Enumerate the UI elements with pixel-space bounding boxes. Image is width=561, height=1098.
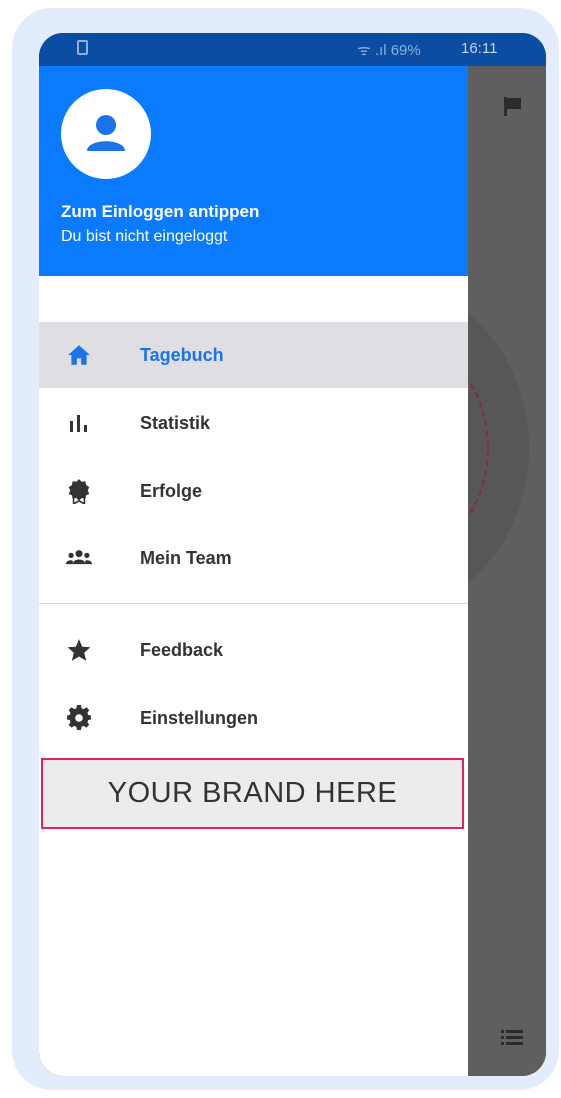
- nav-item-feedback[interactable]: Feedback: [39, 617, 468, 683]
- login-status: Du bist nicht eingeloggt: [61, 228, 228, 245]
- status-bar: ᯤ .ıl 69% 16:11: [39, 33, 546, 66]
- clock: 16:11: [461, 40, 498, 57]
- gear-icon: [65, 704, 93, 732]
- nav-item-label: Feedback: [140, 639, 224, 660]
- person-icon: [87, 115, 125, 151]
- nav-item-mein-team[interactable]: Mein Team: [39, 525, 468, 591]
- avatar[interactable]: [61, 89, 151, 179]
- nav-item-einstellungen[interactable]: Einstellungen: [39, 685, 468, 751]
- login-prompt[interactable]: Zum Einloggen antippen: [61, 202, 259, 222]
- home-icon: [65, 341, 93, 369]
- nav-item-tagebuch[interactable]: Tagebuch: [39, 322, 468, 388]
- team-icon: [65, 544, 93, 572]
- signal-indicator: ᯤ .ıl 69%: [357, 42, 421, 59]
- star-icon: [65, 636, 93, 664]
- battery-level: 69%: [390, 42, 421, 59]
- nav-item-label: Erfolge: [140, 480, 203, 501]
- badge-icon: [65, 477, 93, 505]
- brand-banner[interactable]: YOUR BRAND HERE: [41, 758, 464, 829]
- flag-icon[interactable]: [502, 95, 524, 117]
- drawer-header[interactable]: Zum Einloggen antippen Du bist nicht ein…: [39, 66, 468, 276]
- nav-item-label: Tagebuch: [140, 344, 224, 365]
- nav-item-erfolge[interactable]: Erfolge: [39, 458, 468, 524]
- list-icon[interactable]: [501, 1029, 523, 1047]
- nav-item-label: Einstellungen: [140, 707, 259, 728]
- nav-item-label: Statistik: [140, 412, 211, 433]
- nav-item-statistik[interactable]: Statistik: [39, 390, 468, 456]
- phone-screen: ᯤ .ıl 69% 16:11 Zum Einloggen antippen D…: [39, 33, 546, 1076]
- bar-chart-icon: [65, 409, 93, 437]
- menu-divider: [39, 603, 468, 604]
- nav-item-label: Mein Team: [140, 547, 232, 568]
- sim-card-icon: [77, 40, 88, 55]
- navigation-drawer: Zum Einloggen antippen Du bist nicht ein…: [39, 66, 468, 1076]
